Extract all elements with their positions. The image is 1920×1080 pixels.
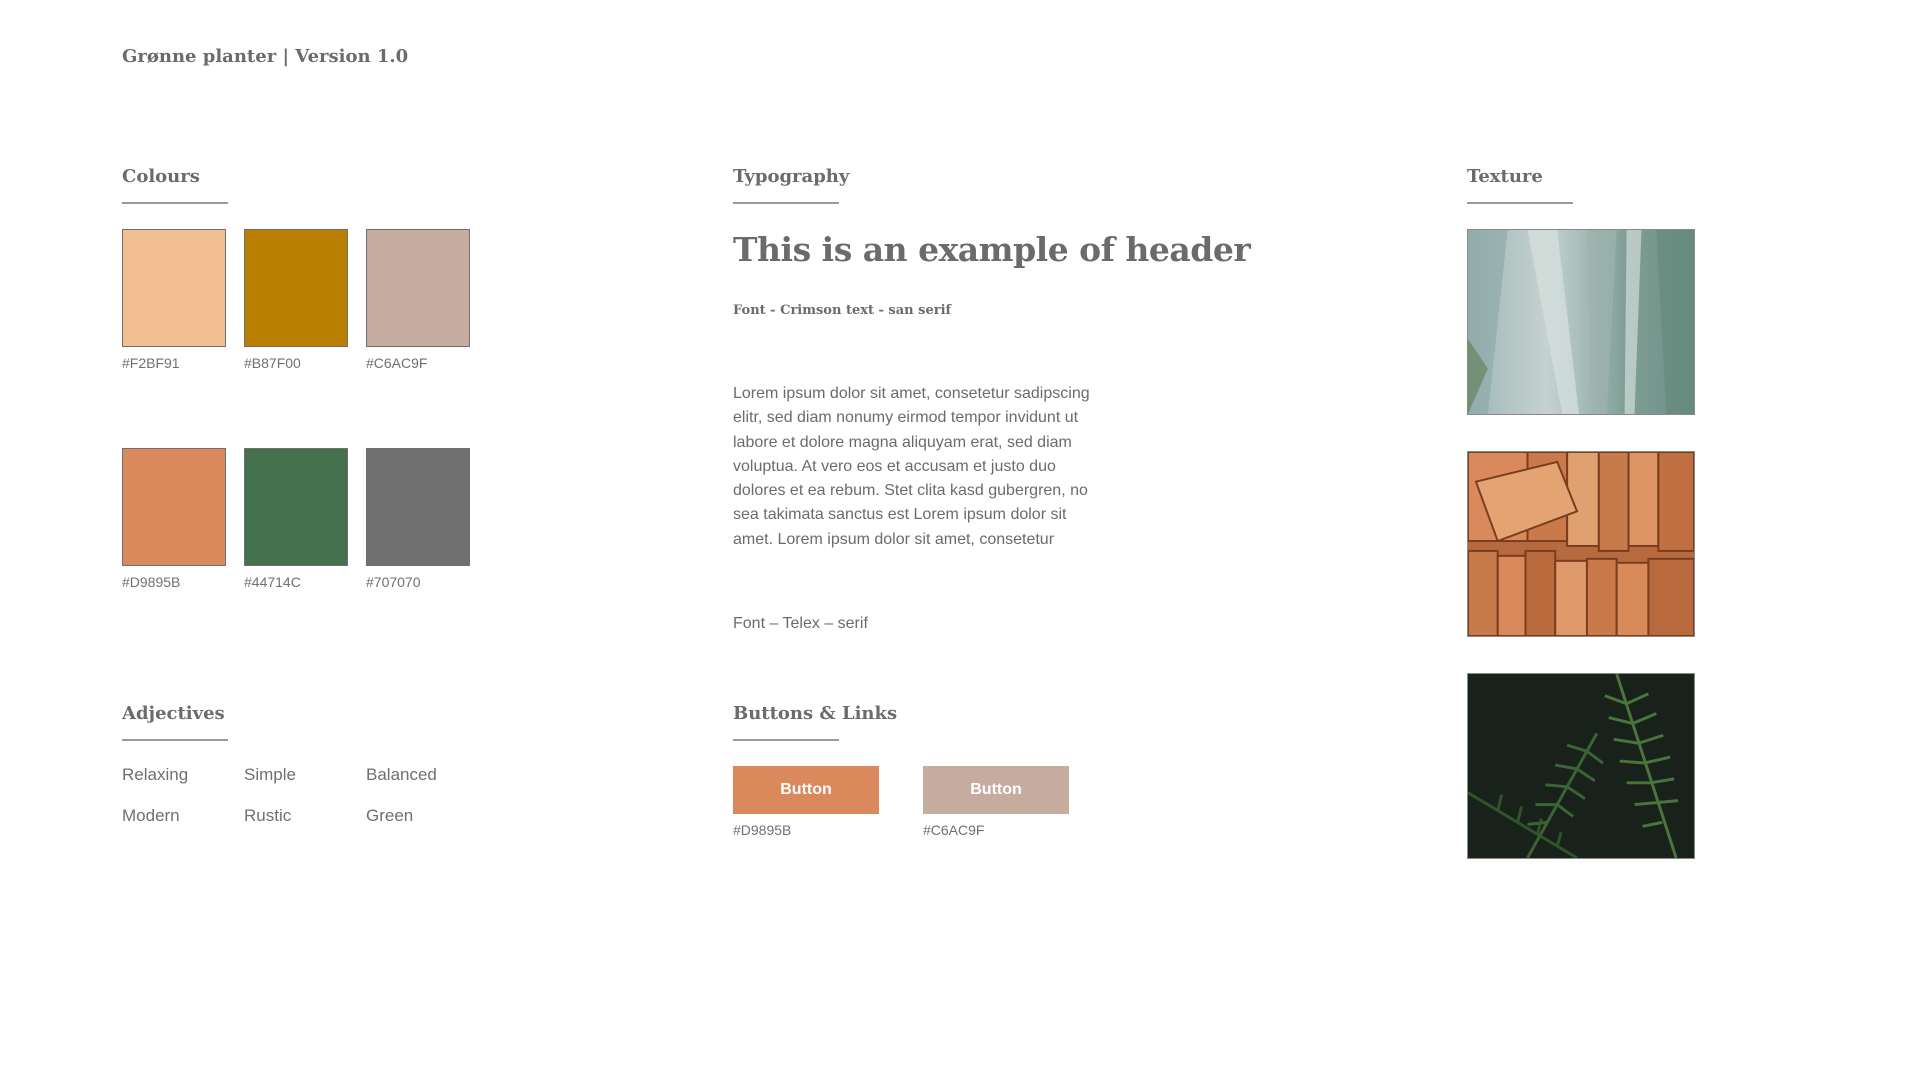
header-font-note: Font - Crimson text - san serif bbox=[733, 303, 952, 318]
header-example: This is an example of header bbox=[733, 230, 1251, 269]
swatch-d9895b bbox=[122, 448, 226, 566]
agave-leaf-icon bbox=[1468, 230, 1694, 414]
adjective-balanced: Balanced bbox=[366, 765, 437, 784]
swatch-44714c bbox=[244, 448, 348, 566]
adjectives-section-title: Adjectives bbox=[122, 703, 225, 724]
brick-stack-texture bbox=[1467, 451, 1695, 637]
swatch-707070 bbox=[366, 448, 470, 566]
swatch-label-707070: #707070 bbox=[366, 574, 421, 590]
fern-leaves-texture bbox=[1467, 673, 1695, 859]
swatch-b87f00 bbox=[244, 229, 348, 347]
secondary-button-hex: #C6AC9F bbox=[923, 822, 985, 838]
buttons-section-title: Buttons & Links bbox=[733, 703, 898, 724]
swatch-label-c6ac9f: #C6AC9F bbox=[366, 355, 428, 371]
buttons-title-underline bbox=[733, 739, 839, 741]
fern-leaves-icon bbox=[1468, 674, 1694, 858]
texture-section-title: Texture bbox=[1467, 166, 1543, 187]
adjective-rustic: Rustic bbox=[244, 806, 292, 825]
swatch-label-f2bf91: #F2BF91 bbox=[122, 355, 180, 371]
agave-leaf-texture bbox=[1467, 229, 1695, 415]
swatch-c6ac9f bbox=[366, 229, 470, 347]
document-title: Grønne planter | Version 1.0 bbox=[122, 46, 409, 67]
texture-title-underline bbox=[1467, 202, 1573, 204]
adjectives-title-underline bbox=[122, 739, 228, 741]
swatch-label-d9895b: #D9895B bbox=[122, 574, 181, 590]
primary-button[interactable]: Button bbox=[733, 766, 879, 814]
adjective-modern: Modern bbox=[122, 806, 180, 825]
brick-stack-icon bbox=[1468, 452, 1694, 636]
colours-section-title: Colours bbox=[122, 166, 200, 187]
typography-section-title: Typography bbox=[733, 166, 850, 187]
swatch-f2bf91 bbox=[122, 229, 226, 347]
secondary-button[interactable]: Button bbox=[923, 766, 1069, 814]
colours-title-underline bbox=[122, 202, 228, 204]
adjective-simple: Simple bbox=[244, 765, 296, 784]
body-text-example: Lorem ipsum dolor sit amet, consetetur s… bbox=[733, 385, 1090, 548]
typography-title-underline bbox=[733, 202, 839, 204]
primary-button-hex: #D9895B bbox=[733, 822, 792, 838]
body-font-note: Font – Telex – serif bbox=[733, 615, 868, 632]
swatch-label-44714c: #44714C bbox=[244, 574, 301, 590]
adjective-green: Green bbox=[366, 806, 414, 825]
swatch-label-b87f00: #B87F00 bbox=[244, 355, 301, 371]
adjective-relaxing: Relaxing bbox=[122, 765, 189, 784]
